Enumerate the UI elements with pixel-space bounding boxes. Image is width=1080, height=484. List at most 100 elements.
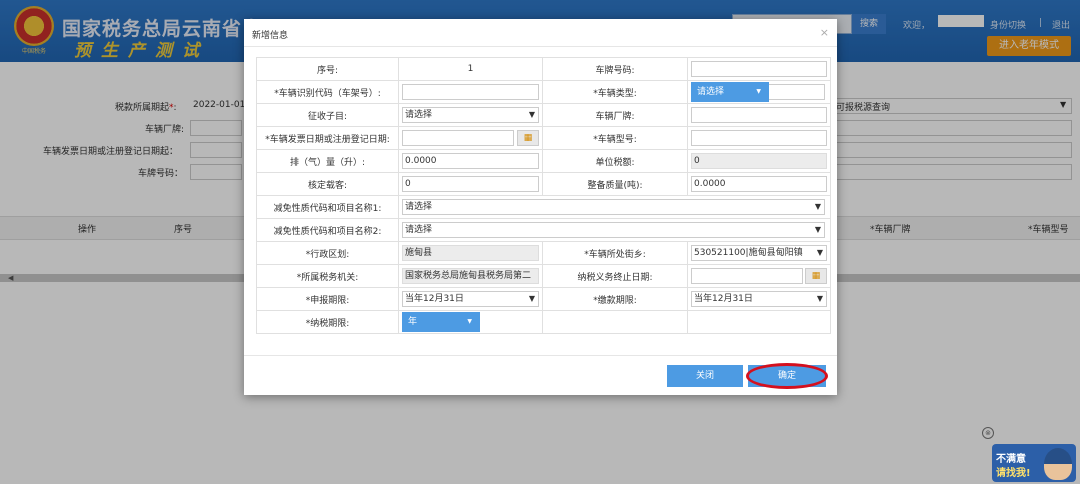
vin-input[interactable] bbox=[402, 84, 539, 100]
tax-period-cell: 年 ▼ bbox=[398, 310, 543, 334]
form-row: 序号: 1 车牌号码: bbox=[256, 57, 831, 81]
form-row: 减免性质代码和项目名称1: 请选择 ▼ bbox=[256, 195, 831, 219]
sub-item-value: 请选择 bbox=[405, 110, 433, 120]
model-label: *车辆型号: bbox=[542, 126, 688, 150]
plate-input[interactable] bbox=[691, 61, 827, 77]
close-icon[interactable]: × bbox=[820, 26, 829, 39]
vehicle-type-select[interactable]: 请选择 ▼ bbox=[691, 82, 769, 102]
exemption1-value: 请选择 bbox=[405, 202, 433, 212]
caret-down-icon: ▼ bbox=[756, 88, 761, 95]
obligation-end-cell: ▦ bbox=[687, 264, 831, 288]
passengers-input[interactable]: 0 bbox=[402, 176, 539, 192]
exemption1-select[interactable]: 请选择 ▼ bbox=[402, 199, 825, 215]
exemption2-label: 减免性质代码和项目名称2: bbox=[256, 218, 399, 242]
form-row: *申报期限: 当年12月31日 ▼ *缴款期限: 当年12月31日 ▼ bbox=[256, 287, 831, 311]
obligation-end-input[interactable] bbox=[691, 268, 803, 284]
displacement-label: 排（气）量（升）: bbox=[256, 149, 399, 173]
seq-value: 1 bbox=[398, 57, 543, 81]
vehicle-form-table: 序号: 1 车牌号码: *车辆识别代码（车架号）: *车辆类型: 请选择 ▼ 征收… bbox=[256, 57, 831, 334]
tax-authority-cell: 国家税务总局施甸县税务局第二 bbox=[398, 264, 543, 288]
obligation-end-label: 纳税义务终止日期: bbox=[542, 264, 688, 288]
tax-period-label: *纳税期限: bbox=[256, 310, 399, 334]
widget-close-icon[interactable]: ⊗ bbox=[982, 427, 994, 439]
feedback-line1: 不满意 bbox=[996, 454, 1026, 465]
form-row: *车辆发票日期或注册登记日期: ▦ *车辆型号: bbox=[256, 126, 831, 150]
tax-authority-label: *所属税务机关: bbox=[256, 264, 399, 288]
invoice-date-input[interactable] bbox=[402, 130, 514, 146]
tax-period-value: 年 bbox=[408, 317, 418, 327]
street-select[interactable]: 530521100|施甸县甸阳镇 ▼ bbox=[691, 245, 827, 261]
filing-deadline-select[interactable]: 当年12月31日 ▼ bbox=[402, 291, 539, 307]
invoice-date-label: *车辆发票日期或注册登记日期: bbox=[256, 126, 399, 150]
calendar-icon[interactable]: ▦ bbox=[805, 268, 827, 284]
street-cell: 530521100|施甸县甸阳镇 ▼ bbox=[687, 241, 831, 265]
displacement-input[interactable]: 0.0000 bbox=[402, 153, 539, 169]
unit-tax-field: 0 bbox=[691, 153, 827, 169]
payment-deadline-value: 当年12月31日 bbox=[694, 294, 753, 304]
form-row: 征收子目: 请选择 ▼ 车辆厂牌: bbox=[256, 103, 831, 127]
chevron-down-icon: ▼ bbox=[814, 202, 821, 211]
vin-label: *车辆识别代码（车架号）: bbox=[256, 80, 399, 104]
invoice-date-cell: ▦ bbox=[398, 126, 543, 150]
dialog-title-divider bbox=[244, 46, 837, 47]
chevron-down-icon: ▼ bbox=[528, 110, 535, 119]
form-row: *行政区划: 施甸县 *车辆所处街乡: 530521100|施甸县甸阳镇 ▼ bbox=[256, 241, 831, 265]
chevron-down-icon: ▼ bbox=[816, 294, 823, 303]
district-field: 施甸县 bbox=[402, 245, 539, 261]
exemption2-select[interactable]: 请选择 ▼ bbox=[402, 222, 825, 238]
curb-mass-input[interactable]: 0.0000 bbox=[691, 176, 827, 192]
passengers-cell: 0 bbox=[398, 172, 543, 196]
passengers-label: 核定载客: bbox=[256, 172, 399, 196]
vin-cell bbox=[398, 80, 543, 104]
caret-down-icon: ▼ bbox=[467, 318, 472, 325]
filing-deadline-label: *申报期限: bbox=[256, 287, 399, 311]
district-cell: 施甸县 bbox=[398, 241, 543, 265]
sub-item-label: 征收子目: bbox=[256, 103, 399, 127]
mascot-icon bbox=[1044, 448, 1072, 480]
form-row: 减免性质代码和项目名称2: 请选择 ▼ bbox=[256, 218, 831, 242]
exemption2-cell: 请选择 ▼ bbox=[398, 218, 831, 242]
plate-cell bbox=[687, 57, 831, 81]
confirm-highlight-ring bbox=[746, 363, 828, 389]
vehicle-type-cell: 请选择 ▼ bbox=[687, 80, 831, 104]
unit-tax-label: 单位税额: bbox=[542, 149, 688, 173]
filing-deadline-value: 当年12月31日 bbox=[405, 294, 464, 304]
brand-cell bbox=[687, 103, 831, 127]
brand-input[interactable] bbox=[691, 107, 827, 123]
plate-label: 车牌号码: bbox=[542, 57, 688, 81]
form-row: 排（气）量（升）: 0.0000 单位税额: 0 bbox=[256, 149, 831, 173]
dialog-title: 新增信息 bbox=[252, 31, 289, 41]
sub-item-select[interactable]: 请选择 ▼ bbox=[402, 107, 539, 123]
curb-mass-cell: 0.0000 bbox=[687, 172, 831, 196]
tax-period-select[interactable]: 年 ▼ bbox=[402, 312, 480, 332]
vehicle-type-label: *车辆类型: bbox=[542, 80, 688, 104]
dialog-footer-divider bbox=[244, 355, 837, 356]
seq-label: 序号: bbox=[256, 57, 399, 81]
model-input[interactable] bbox=[691, 130, 827, 146]
empty-cell bbox=[542, 310, 688, 334]
sub-item-cell: 请选择 ▼ bbox=[398, 103, 543, 127]
chevron-down-icon: ▼ bbox=[528, 294, 535, 303]
street-value: 530521100|施甸县甸阳镇 bbox=[694, 248, 803, 258]
form-row: *所属税务机关: 国家税务总局施甸县税务局第二 纳税义务终止日期: ▦ bbox=[256, 264, 831, 288]
exemption1-cell: 请选择 ▼ bbox=[398, 195, 831, 219]
chevron-down-icon: ▼ bbox=[816, 248, 823, 257]
tax-authority-field: 国家税务总局施甸县税务局第二 bbox=[402, 268, 539, 284]
feedback-line2: 请找我! bbox=[996, 468, 1031, 479]
calendar-icon[interactable]: ▦ bbox=[517, 130, 539, 146]
unit-tax-cell: 0 bbox=[687, 149, 831, 173]
empty-cell bbox=[687, 310, 831, 334]
curb-mass-label: 整备质量(吨): bbox=[542, 172, 688, 196]
add-info-dialog: 新增信息 × 序号: 1 车牌号码: *车辆识别代码（车架号）: *车辆类型: … bbox=[244, 19, 837, 395]
close-button[interactable]: 关闭 bbox=[667, 365, 743, 387]
district-label: *行政区划: bbox=[256, 241, 399, 265]
form-row: *车辆识别代码（车架号）: *车辆类型: 请选择 ▼ bbox=[256, 80, 831, 104]
vehicle-type-value: 请选择 bbox=[697, 87, 725, 97]
form-row: 核定载客: 0 整备质量(吨): 0.0000 bbox=[256, 172, 831, 196]
payment-deadline-select[interactable]: 当年12月31日 ▼ bbox=[691, 291, 827, 307]
street-label: *车辆所处街乡: bbox=[542, 241, 688, 265]
displacement-cell: 0.0000 bbox=[398, 149, 543, 173]
filing-deadline-cell: 当年12月31日 ▼ bbox=[398, 287, 543, 311]
vehicle-type-extra-input[interactable] bbox=[769, 84, 825, 100]
exemption2-value: 请选择 bbox=[405, 225, 433, 235]
